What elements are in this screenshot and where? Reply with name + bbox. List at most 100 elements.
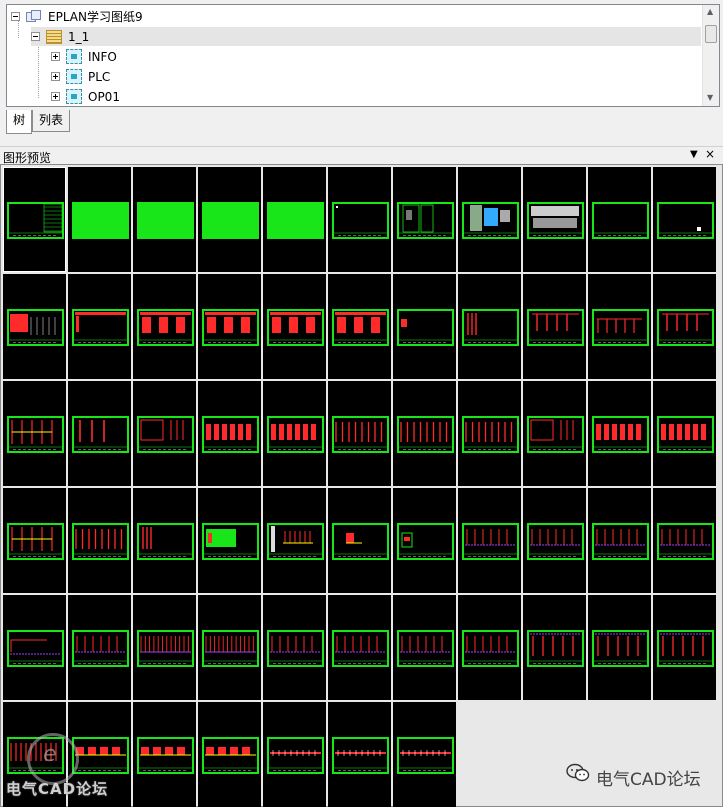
page-thumbnail[interactable] (263, 702, 326, 807)
page-thumbnail[interactable] (3, 488, 66, 593)
page-thumbnail[interactable] (523, 167, 586, 272)
page-thumbnail[interactable] (68, 381, 131, 486)
page-thumbnail-drawing (7, 416, 64, 453)
page-navigator-tree[interactable]: EPLAN学习图纸9 1_1 INFO PLC OP01 ▲ ▼ (6, 4, 720, 107)
page-thumbnail[interactable] (133, 488, 196, 593)
close-icon[interactable]: × (705, 147, 715, 161)
page-thumbnail-drawing (267, 630, 324, 667)
page-thumbnail[interactable] (588, 274, 651, 379)
pin-icon[interactable]: ▼ (690, 149, 698, 160)
page-thumbnail[interactable] (393, 167, 456, 272)
page-thumbnail-drawing (462, 202, 519, 239)
page-thumbnail[interactable] (653, 381, 716, 486)
page-thumbnail[interactable] (458, 167, 521, 272)
page-thumbnail[interactable] (198, 274, 261, 379)
page-thumbnail[interactable] (3, 381, 66, 486)
page-thumbnail[interactable] (263, 381, 326, 486)
tree-scrollbar[interactable]: ▲ ▼ (702, 5, 719, 106)
page-thumbnail[interactable] (653, 274, 716, 379)
page-thumbnail[interactable] (198, 595, 261, 700)
page-thumbnail-drawing (397, 416, 454, 453)
page-thumbnail[interactable] (133, 167, 196, 272)
page-thumbnail-drawing (72, 737, 129, 774)
page-thumbnail[interactable] (588, 488, 651, 593)
preview-thumbnail-grid[interactable] (0, 164, 723, 807)
page-thumbnail[interactable] (198, 381, 261, 486)
page-thumbnail[interactable] (458, 488, 521, 593)
page-thumbnail[interactable] (653, 167, 716, 272)
page-thumbnail[interactable] (263, 488, 326, 593)
scrollbar-thumb[interactable] (705, 25, 717, 43)
page-thumbnail-drawing (202, 416, 259, 453)
page-thumbnail-drawing (592, 416, 649, 453)
tab-tree[interactable]: 树 (6, 110, 33, 134)
page-thumbnail[interactable] (68, 595, 131, 700)
scroll-down-icon[interactable]: ▼ (707, 93, 713, 102)
page-thumbnail-drawing (202, 523, 259, 560)
page-thumbnail[interactable] (133, 274, 196, 379)
page-thumbnail[interactable] (588, 595, 651, 700)
page-thumbnail-drawing (462, 523, 519, 560)
page-thumbnail[interactable] (68, 488, 131, 593)
expand-icon[interactable] (51, 92, 60, 101)
page-thumbnail-drawing (332, 309, 389, 346)
page-thumbnail[interactable] (263, 167, 326, 272)
collapse-icon[interactable] (11, 12, 20, 21)
page-thumbnail[interactable] (393, 381, 456, 486)
page-thumbnail[interactable] (653, 488, 716, 593)
page-thumbnail[interactable] (328, 488, 391, 593)
project-icon (26, 9, 42, 24)
logo-letter: e (43, 742, 57, 767)
page-thumbnail[interactable] (523, 274, 586, 379)
page-thumbnail[interactable] (133, 595, 196, 700)
page-thumbnail[interactable] (198, 702, 261, 807)
page-thumbnail[interactable] (523, 595, 586, 700)
page-thumbnail[interactable] (328, 167, 391, 272)
page-thumbnail-drawing (657, 523, 714, 560)
page-thumbnail[interactable] (458, 274, 521, 379)
page-folder-icon (46, 29, 62, 44)
expand-icon[interactable] (51, 52, 60, 61)
page-thumbnail-drawing (527, 309, 584, 346)
tree-item-1_1[interactable]: 1_1 (31, 27, 701, 46)
page-thumbnail[interactable] (588, 167, 651, 272)
page-thumbnail[interactable] (3, 167, 66, 272)
page-thumbnail[interactable] (328, 381, 391, 486)
page-thumbnail[interactable] (3, 274, 66, 379)
page-thumbnail-drawing (527, 523, 584, 560)
page-thumbnail[interactable] (393, 274, 456, 379)
collapse-icon[interactable] (31, 32, 40, 41)
page-thumbnail-drawing (397, 523, 454, 560)
tree-item-project[interactable]: EPLAN学习图纸9 (11, 7, 143, 26)
page-thumbnail[interactable] (133, 381, 196, 486)
page-thumbnail[interactable] (328, 702, 391, 807)
tree-item-op01[interactable]: OP01 (51, 87, 120, 106)
page-thumbnail[interactable] (393, 595, 456, 700)
page-thumbnail[interactable] (393, 702, 456, 807)
page-thumbnail[interactable] (3, 595, 66, 700)
page-thumbnail[interactable] (133, 702, 196, 807)
page-thumbnail[interactable] (263, 274, 326, 379)
page-thumbnail-drawing (657, 202, 714, 239)
page-thumbnail[interactable] (68, 167, 131, 272)
page-thumbnail[interactable] (328, 274, 391, 379)
expand-icon[interactable] (51, 72, 60, 81)
tree-item-plc[interactable]: PLC (51, 67, 110, 86)
page-thumbnail[interactable] (458, 595, 521, 700)
page-thumbnail-drawing (397, 309, 454, 346)
page-thumbnail[interactable] (328, 595, 391, 700)
page-thumbnail[interactable] (458, 381, 521, 486)
scroll-up-icon[interactable]: ▲ (707, 7, 713, 16)
page-thumbnail[interactable] (198, 488, 261, 593)
page-thumbnail[interactable] (393, 488, 456, 593)
page-thumbnail[interactable] (588, 381, 651, 486)
page-thumbnail[interactable] (198, 167, 261, 272)
page-thumbnail[interactable] (523, 381, 586, 486)
page-thumbnail[interactable] (68, 274, 131, 379)
page-thumbnail-drawing (527, 630, 584, 667)
tab-list[interactable]: 列表 (32, 110, 71, 132)
page-thumbnail[interactable] (653, 595, 716, 700)
page-thumbnail[interactable] (263, 595, 326, 700)
tree-item-info[interactable]: INFO (51, 47, 117, 66)
page-thumbnail[interactable] (523, 488, 586, 593)
